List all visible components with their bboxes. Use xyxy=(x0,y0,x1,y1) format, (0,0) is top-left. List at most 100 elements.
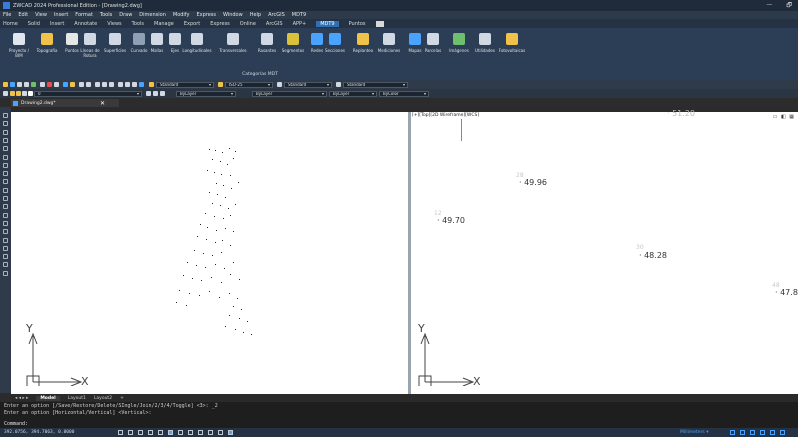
make-current-icon[interactable] xyxy=(146,91,151,96)
survey-point[interactable] xyxy=(233,158,235,160)
color-select[interactable]: ByLayer xyxy=(176,90,236,97)
menu-dimension[interactable]: Dimension xyxy=(139,12,166,18)
zoom-window-icon[interactable] xyxy=(109,82,114,87)
paste-icon[interactable] xyxy=(54,82,59,87)
layer-select[interactable]: 0 xyxy=(34,90,142,97)
ducs-toggle-icon[interactable] xyxy=(178,430,183,435)
rectangle-tool-icon[interactable] xyxy=(3,137,8,143)
menu-view[interactable]: View xyxy=(35,12,47,18)
units-select[interactable]: Millimeters ▾ xyxy=(680,430,708,435)
menu-format[interactable]: Format xyxy=(75,12,93,18)
layer-states-icon[interactable] xyxy=(160,91,165,96)
survey-point[interactable] xyxy=(241,309,243,311)
osnap-toggle-icon[interactable] xyxy=(158,430,163,435)
survey-point[interactable] xyxy=(230,274,232,276)
survey-point[interactable] xyxy=(233,231,235,233)
tab-arcgis[interactable]: ArcGIS xyxy=(266,21,283,27)
settings-icon[interactable] xyxy=(780,430,785,435)
block-tool-icon[interactable] xyxy=(3,229,8,235)
circle-tool-icon[interactable] xyxy=(3,129,8,135)
survey-point[interactable] xyxy=(207,170,209,172)
layout-tab-layout2[interactable]: Layout2 xyxy=(94,396,112,401)
cut-icon[interactable] xyxy=(40,82,45,87)
survey-point[interactable] xyxy=(216,183,218,185)
lineweight-select[interactable]: ByLayer xyxy=(329,90,377,97)
survey-point[interactable] xyxy=(216,230,218,232)
layout-tab-model[interactable]: Model xyxy=(36,395,60,401)
pan-icon[interactable] xyxy=(95,82,100,87)
menu-edit[interactable]: Edit xyxy=(18,12,28,18)
minimize-button[interactable]: — xyxy=(766,1,772,11)
survey-point[interactable] xyxy=(215,264,217,266)
survey-point[interactable] xyxy=(219,297,221,299)
layer-manager-icon[interactable] xyxy=(3,91,8,96)
survey-point[interactable] xyxy=(212,203,214,205)
table-tool-icon[interactable] xyxy=(3,212,8,218)
survey-point[interactable] xyxy=(233,262,235,264)
ellipse-tool-icon[interactable] xyxy=(3,162,8,168)
survey-point[interactable] xyxy=(220,161,222,163)
viewport-right[interactable]: [+][Top][2D Wireframe][WCS] ▭ ◧ ▦ 28 · 4… xyxy=(410,109,798,394)
polyline-tool-icon[interactable] xyxy=(3,121,8,127)
tab-app[interactable]: APP+ xyxy=(293,21,307,27)
menu-insert[interactable]: Insert xyxy=(54,12,68,18)
plotstyle-select[interactable]: ByColor xyxy=(379,90,429,97)
survey-point[interactable] xyxy=(214,216,216,218)
menu-tools[interactable]: Tools xyxy=(100,12,112,18)
survey-point[interactable] xyxy=(243,332,245,334)
ribbon-button-cross-sections[interactable]: Transversales xyxy=(216,30,250,53)
survey-point[interactable] xyxy=(203,253,205,255)
survey-point[interactable] xyxy=(221,252,223,254)
polar-toggle-icon[interactable] xyxy=(148,430,153,435)
survey-point[interactable] xyxy=(209,291,211,293)
survey-point[interactable] xyxy=(233,306,235,308)
sc-toggle-icon[interactable] xyxy=(228,430,233,435)
lweight-toggle-icon[interactable] xyxy=(198,430,203,435)
survey-point[interactable] xyxy=(215,242,217,244)
command-prompt[interactable]: Command: xyxy=(4,421,28,427)
survey-point[interactable] xyxy=(196,265,198,267)
arc-tool-icon[interactable] xyxy=(3,146,8,152)
wipeout-tool-icon[interactable] xyxy=(3,262,8,268)
command-line[interactable]: Enter an option [/Save/Restore/Delete/SI… xyxy=(0,402,798,428)
help-icon[interactable] xyxy=(139,82,144,87)
tab-export[interactable]: Export xyxy=(184,21,200,27)
survey-point[interactable] xyxy=(205,213,207,215)
tab-annotate[interactable]: Annotate xyxy=(74,21,97,27)
survey-point[interactable] xyxy=(247,321,249,323)
spline-tool-icon[interactable] xyxy=(3,171,8,177)
survey-point[interactable] xyxy=(200,224,202,226)
survey-point[interactable] xyxy=(212,255,214,257)
tab-puntos[interactable]: Puntos xyxy=(349,21,366,27)
annotation-scale-icon[interactable] xyxy=(730,430,735,435)
survey-point[interactable] xyxy=(207,227,209,229)
zoom-icon[interactable] xyxy=(102,82,107,87)
survey-point[interactable] xyxy=(205,267,207,269)
fullscreen-icon[interactable] xyxy=(770,430,775,435)
dim-style-select[interactable]: ISO-25 xyxy=(225,81,273,88)
tab-manage[interactable]: Manage xyxy=(154,21,174,27)
tab-solid[interactable]: Solid xyxy=(28,21,40,27)
menu-file[interactable]: File xyxy=(3,12,11,18)
design-center-icon[interactable] xyxy=(125,82,130,87)
tool-palette-icon[interactable] xyxy=(132,82,137,87)
survey-point[interactable] xyxy=(230,175,232,177)
polygon-tool-icon[interactable] xyxy=(3,154,8,160)
menu-express[interactable]: Express xyxy=(196,12,216,18)
qp-toggle-icon[interactable] xyxy=(218,430,223,435)
copy-icon[interactable] xyxy=(47,82,52,87)
hatch-tool-icon[interactable] xyxy=(3,196,8,201)
isolate-icon[interactable] xyxy=(760,430,765,435)
open-icon[interactable] xyxy=(10,82,15,87)
survey-point[interactable] xyxy=(199,295,201,297)
survey-point[interactable] xyxy=(251,334,253,336)
lock-icon[interactable] xyxy=(750,430,755,435)
survey-point[interactable] xyxy=(239,318,241,320)
doc-tab-drawing2[interactable]: Drawing2.dwg* ✕ xyxy=(11,99,119,107)
survey-point[interactable] xyxy=(201,280,203,282)
tab-mdt9[interactable]: MDT9 xyxy=(316,20,339,27)
survey-point[interactable] xyxy=(187,262,189,264)
survey-point[interactable] xyxy=(217,194,219,196)
ortho-toggle-icon[interactable] xyxy=(138,430,143,435)
snap-toggle-icon[interactable] xyxy=(118,430,123,435)
